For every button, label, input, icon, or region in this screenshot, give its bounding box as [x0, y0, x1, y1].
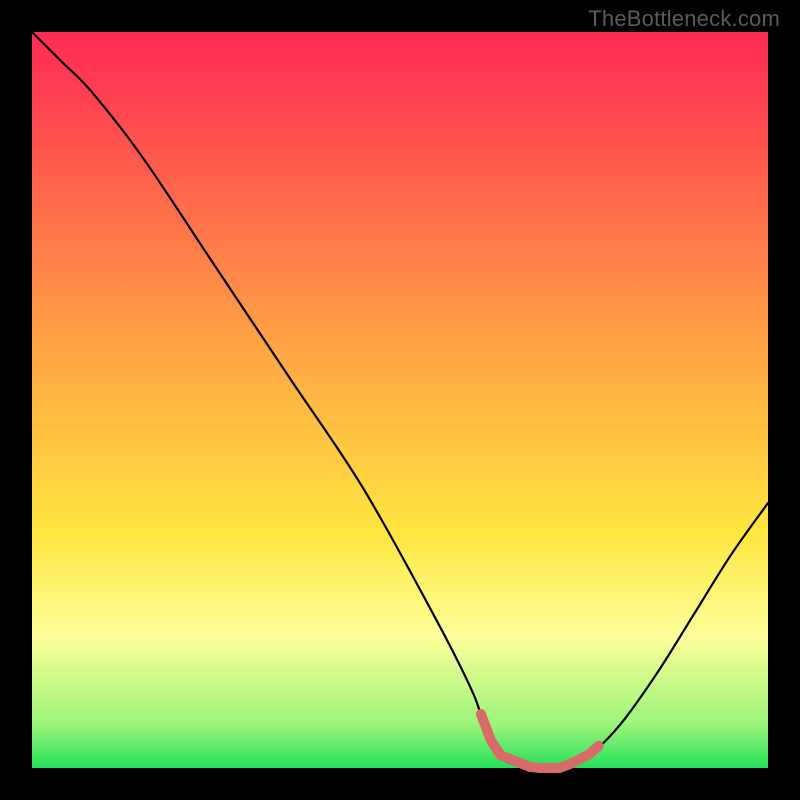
plot-area: [32, 32, 768, 768]
watermark-text: TheBottleneck.com: [588, 6, 780, 32]
chart-canvas: TheBottleneck.com: [0, 0, 800, 800]
bottleneck-curve: [32, 32, 768, 770]
optimal-range-highlight: [481, 714, 599, 768]
curve-svg: [32, 32, 768, 768]
